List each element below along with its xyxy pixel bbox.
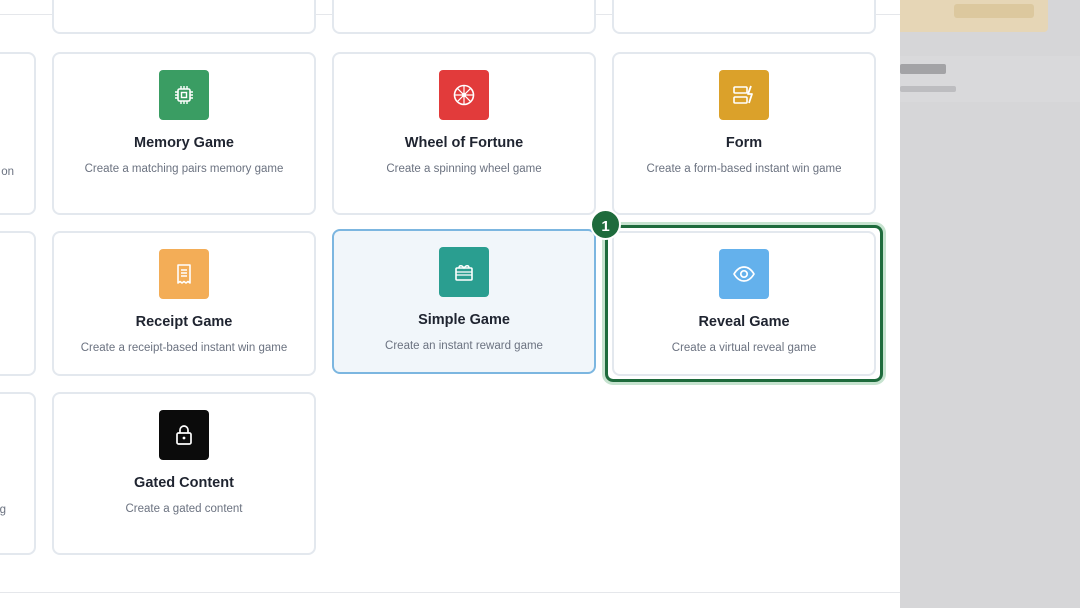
memory-chip-icon [159, 70, 209, 120]
page-backdrop[interactable] [900, 0, 1080, 608]
card-partial-left-3[interactable]: g [0, 392, 36, 555]
card-description: Create an instant reward game [385, 340, 543, 352]
card-title: Memory Game [134, 135, 234, 151]
card-wheel-of-fortune[interactable]: Wheel of Fortune Create a spinning wheel… [332, 52, 596, 215]
card-description: g [0, 504, 6, 516]
card-receipt-game[interactable]: Receipt Game Create a receipt-based inst… [52, 231, 316, 376]
card-partial-left-1[interactable]: on [0, 52, 36, 215]
card-description: Create a receipt-based instant win game [80, 342, 288, 354]
backdrop-title [900, 64, 946, 74]
card-description: on [1, 166, 14, 178]
card-title: Form [725, 135, 763, 151]
card-title: Simple Game [418, 312, 510, 328]
step-highlight-ring [605, 225, 883, 382]
lock-icon [159, 410, 209, 460]
card-simple-game[interactable]: Simple Game Create an instant reward gam… [332, 229, 596, 374]
card-description: Create a matching pairs memory game [84, 163, 284, 175]
card-description: Create a gated content [125, 503, 243, 515]
card-top-cut-1[interactable] [52, 0, 316, 34]
wheel-icon [439, 70, 489, 120]
receipt-icon [159, 249, 209, 299]
form-icon [719, 70, 769, 120]
card-gated-content[interactable]: Gated Content Create a gated content [52, 392, 316, 555]
card-memory-game[interactable]: Memory Game Create a matching pairs memo… [52, 52, 316, 215]
card-top-cut-2[interactable] [332, 0, 596, 34]
card-form[interactable]: Form Create a form-based instant win gam… [612, 52, 876, 215]
gift-icon [439, 247, 489, 297]
card-description: Create a spinning wheel game [386, 163, 542, 175]
card-title: Receipt Game [135, 314, 233, 330]
card-top-cut-3[interactable] [612, 0, 876, 34]
backdrop-banner-button [954, 4, 1034, 18]
card-description: Create a form-based instant win game [646, 163, 842, 175]
card-title: Wheel of Fortune [404, 135, 524, 151]
backdrop-subtitle [900, 86, 956, 92]
screen: on g Memory Game Create a matching pairs… [0, 0, 1080, 608]
modal-footer-divider [0, 592, 900, 593]
card-title: Gated Content [134, 475, 234, 491]
step-number-badge: 1 [590, 209, 621, 240]
backdrop-banner [900, 0, 1048, 32]
card-partial-left-2[interactable] [0, 231, 36, 376]
backdrop-header [900, 56, 1080, 102]
